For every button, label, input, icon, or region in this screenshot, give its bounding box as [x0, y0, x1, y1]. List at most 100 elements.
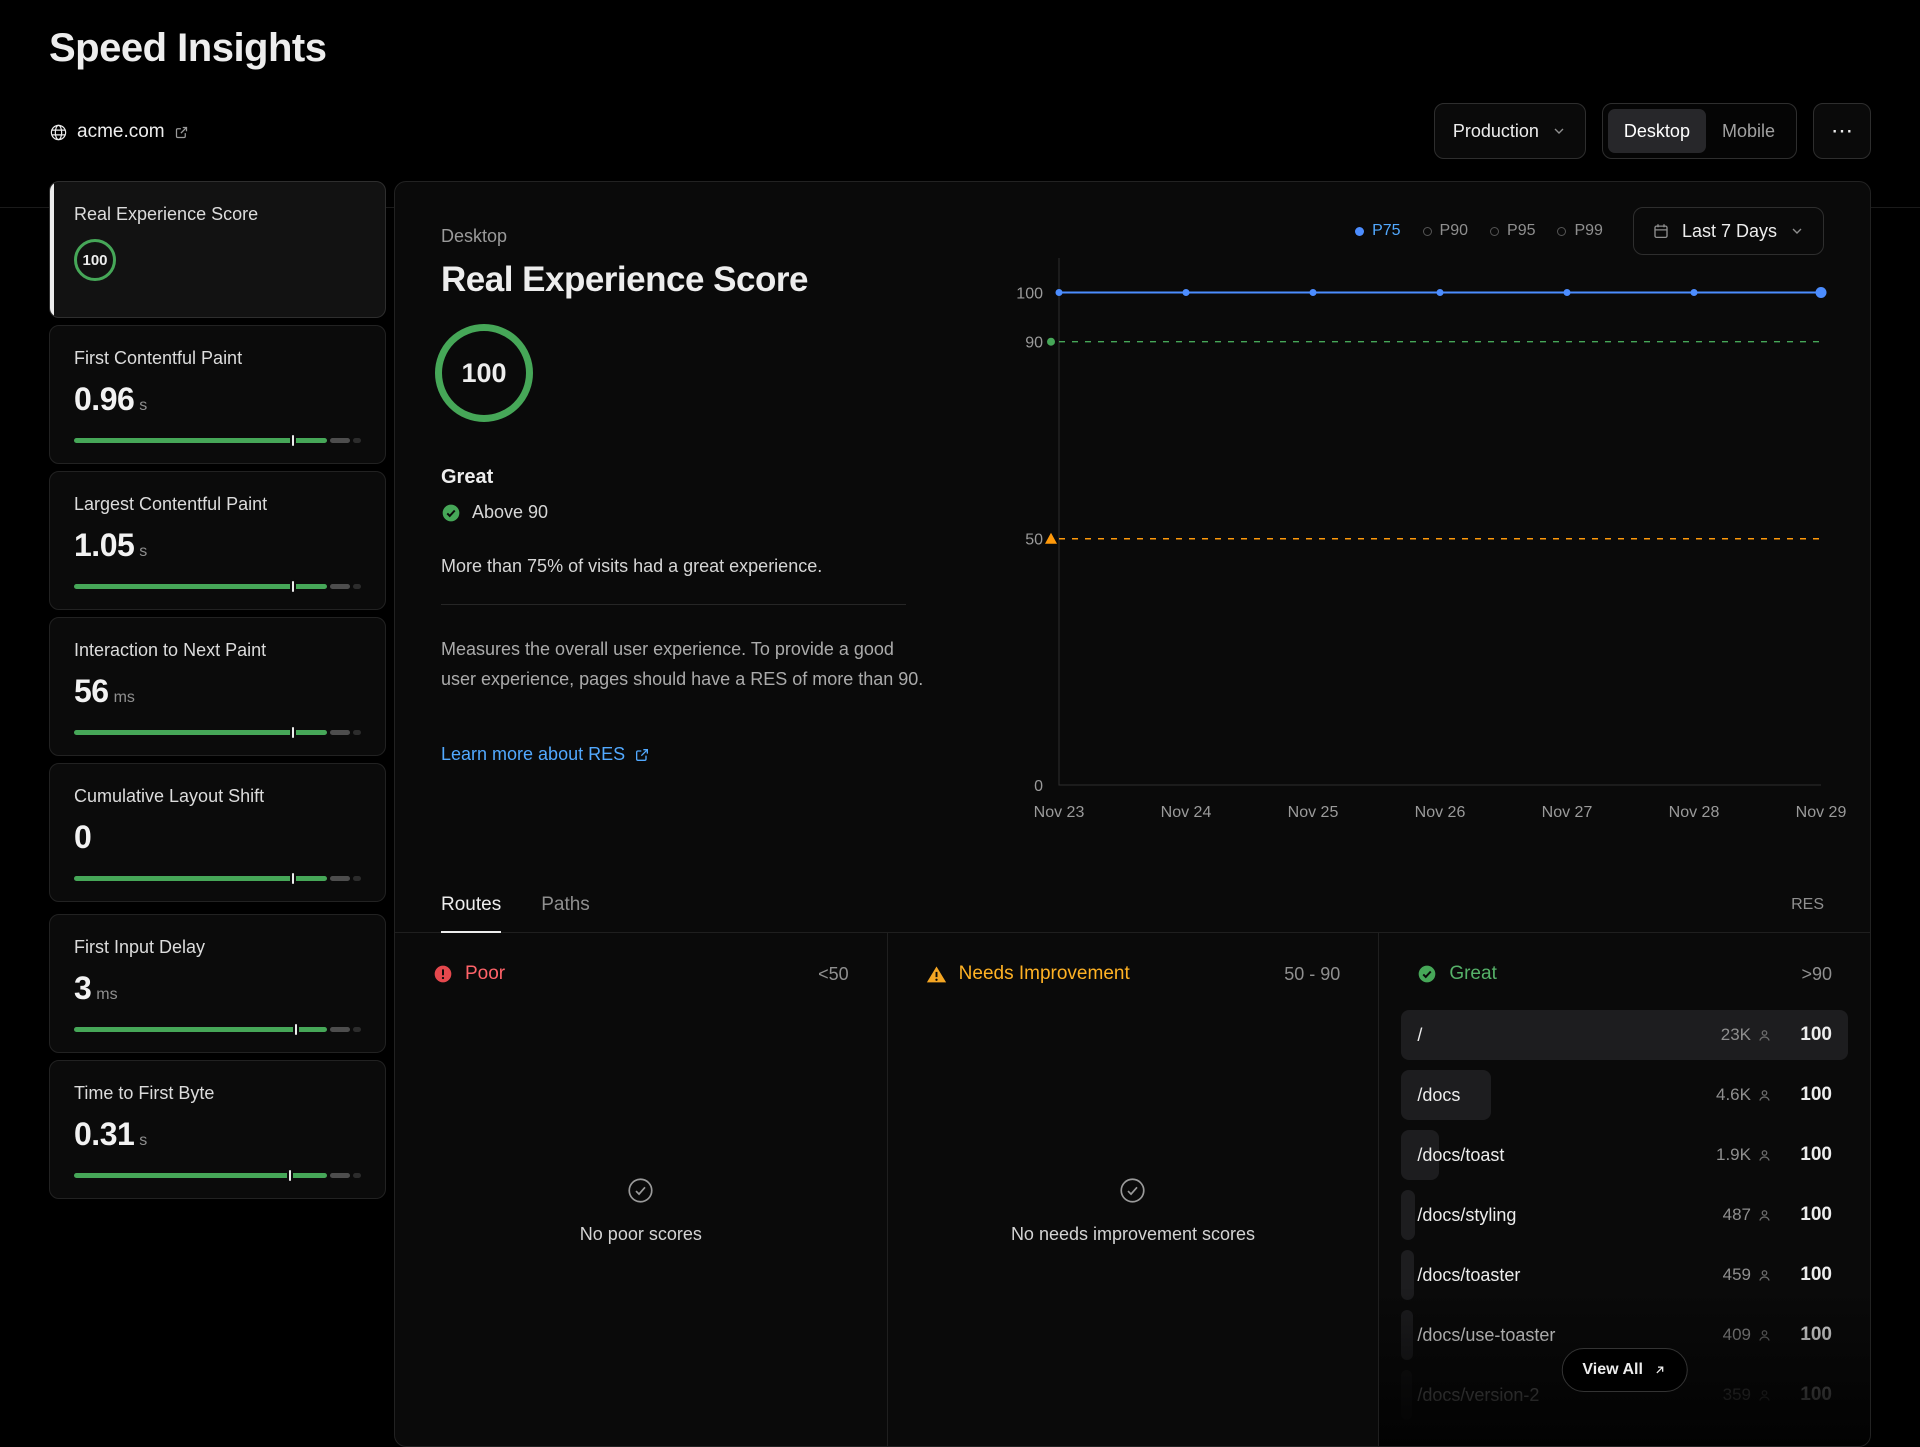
metric-label: First Contentful Paint: [74, 348, 361, 369]
page-title: Speed Insights: [49, 26, 327, 71]
sidebar-item-time-to-first-byte[interactable]: Time to First Byte 0.31s: [49, 1060, 386, 1199]
info-divider: [441, 604, 906, 605]
needs-improvement-empty-text: No needs improvement scores: [1011, 1224, 1255, 1245]
route-visitors: 459: [1723, 1265, 1751, 1285]
svg-text:Nov 29: Nov 29: [1796, 804, 1847, 821]
legend-item-p90[interactable]: P90: [1423, 222, 1468, 240]
res-chart: 10090500Nov 23Nov 24Nov 25Nov 26Nov 27No…: [1005, 242, 1835, 842]
traffic-bar: [1401, 1250, 1414, 1300]
metrics-sidebar: Real Experience Score 100 First Contentf…: [49, 181, 386, 1206]
routes-paths-tabs: Routes Paths RES: [395, 877, 1870, 933]
route-score: 100: [1790, 1024, 1832, 1046]
metric-unit: s: [139, 1132, 147, 1150]
route-row[interactable]: /docs 4.6K 100: [1401, 1065, 1848, 1125]
poor-header: Poor <50: [395, 933, 887, 997]
needs-improvement-column: Needs Improvement 50 - 90 No needs impro…: [887, 933, 1379, 1446]
environment-select[interactable]: Production: [1434, 103, 1586, 159]
metric-value: 56: [74, 673, 109, 710]
legend-item-p95[interactable]: P95: [1490, 222, 1535, 240]
route-score: 100: [1790, 1084, 1832, 1106]
sidebar-item-interaction-to-next-paint[interactable]: Interaction to Next Paint 56ms: [49, 617, 386, 756]
route-row[interactable]: /docs/styling 487 100: [1401, 1185, 1848, 1245]
check-circle-outline-icon: [1119, 1177, 1146, 1204]
learn-more-link[interactable]: Learn more about RES: [441, 744, 650, 765]
legend-item-p99[interactable]: P99: [1557, 222, 1602, 240]
great-range: >90: [1801, 964, 1832, 985]
external-link-icon: [634, 747, 650, 763]
metric-marker: [289, 1170, 291, 1181]
panel-title: Real Experience Score: [441, 260, 808, 300]
sidebar-item-first-contentful-paint[interactable]: First Contentful Paint 0.96s: [49, 325, 386, 464]
device-tab-mobile[interactable]: Mobile: [1706, 109, 1791, 153]
sidebar-item-cumulative-layout-shift[interactable]: Cumulative Layout Shift 0: [49, 763, 386, 902]
rating-label: Great: [441, 466, 493, 489]
route-score: 100: [1790, 1384, 1832, 1406]
route-path: /docs/toast: [1417, 1145, 1504, 1166]
check-circle-icon: [441, 503, 461, 523]
visitors-icon: [1757, 1328, 1772, 1343]
traffic-bar: [1401, 1370, 1412, 1420]
route-path: /docs/toaster: [1417, 1265, 1520, 1286]
metric-progress-bar: [74, 730, 361, 735]
svg-text:Nov 23: Nov 23: [1034, 804, 1085, 821]
route-score: 100: [1790, 1264, 1832, 1286]
threshold-label: Above 90: [472, 502, 548, 523]
needs-improvement-label: Needs Improvement: [959, 963, 1130, 985]
metric-value: 3: [74, 970, 91, 1007]
score-ring-large: 100: [435, 324, 533, 422]
metric-value: 1.05: [74, 527, 134, 564]
metric-label: Time to First Byte: [74, 1083, 361, 1104]
alert-circle-icon: [433, 964, 453, 984]
route-visitors: 1.9K: [1716, 1145, 1751, 1165]
view-all-button[interactable]: View All: [1561, 1348, 1687, 1392]
chevron-down-icon: [1789, 223, 1805, 239]
great-header: Great >90: [1379, 933, 1870, 997]
route-score: 100: [1790, 1204, 1832, 1226]
visitors-icon: [1757, 1208, 1772, 1223]
res-column-label: RES: [1791, 877, 1824, 932]
great-label: Great: [1449, 963, 1497, 985]
metric-progress-bar: [74, 876, 361, 881]
route-row[interactable]: /docs/toaster 459 100: [1401, 1245, 1848, 1305]
more-menu-button[interactable]: ⋯: [1813, 103, 1871, 159]
svg-text:Nov 25: Nov 25: [1288, 804, 1339, 821]
route-visitors: 409: [1723, 1325, 1751, 1345]
score-buckets: Poor <50 No poor scores Needs Improvemen…: [395, 933, 1870, 1446]
route-visitors: 487: [1723, 1205, 1751, 1225]
route-path: /: [1417, 1025, 1422, 1046]
res-line-chart: 10090500Nov 23Nov 24Nov 25Nov 26Nov 27No…: [1005, 242, 1835, 842]
description-text: Measures the overall user experience. To…: [441, 634, 926, 694]
metric-unit: s: [139, 543, 147, 561]
metric-label: Largest Contentful Paint: [74, 494, 361, 515]
sidebar-item-largest-contentful-paint[interactable]: Largest Contentful Paint 1.05 s: [49, 471, 386, 610]
legend-item-p75[interactable]: P75: [1355, 222, 1400, 240]
great-column: Great >90 / 23K 100 /docs: [1378, 933, 1870, 1446]
svg-text:Nov 27: Nov 27: [1542, 804, 1593, 821]
chevron-down-icon: [1551, 123, 1567, 139]
header-controls: Production Desktop Mobile ⋯: [1434, 103, 1871, 159]
tab-routes[interactable]: Routes: [441, 877, 501, 932]
svg-text:50: 50: [1025, 532, 1043, 549]
metric-value: 0: [74, 819, 91, 856]
globe-icon: [49, 123, 68, 142]
p99-dot-icon: [1557, 227, 1566, 236]
svg-text:100: 100: [1016, 285, 1043, 302]
score-ring-badge: 100: [74, 239, 116, 281]
domain-link[interactable]: acme.com: [49, 121, 189, 143]
metric-label: Cumulative Layout Shift: [74, 786, 361, 807]
sidebar-item-real-experience-score[interactable]: Real Experience Score 100: [49, 181, 386, 318]
route-score: 100: [1790, 1324, 1832, 1346]
route-row[interactable]: /docs/toast 1.9K 100: [1401, 1125, 1848, 1185]
device-tab-desktop[interactable]: Desktop: [1608, 109, 1706, 153]
poor-empty-state: No poor scores: [395, 1177, 887, 1245]
needs-improvement-empty-state: No needs improvement scores: [888, 1177, 1379, 1245]
svg-text:90: 90: [1025, 335, 1043, 352]
tab-paths[interactable]: Paths: [541, 877, 590, 932]
metric-label: First Input Delay: [74, 937, 361, 958]
visitors-icon: [1757, 1268, 1772, 1283]
warning-triangle-icon: [926, 964, 947, 985]
p95-dot-icon: [1490, 227, 1499, 236]
sidebar-item-first-input-delay[interactable]: First Input Delay 3ms: [49, 914, 386, 1053]
metric-progress-bar: [74, 584, 361, 589]
route-row[interactable]: / 23K 100: [1401, 1005, 1848, 1065]
